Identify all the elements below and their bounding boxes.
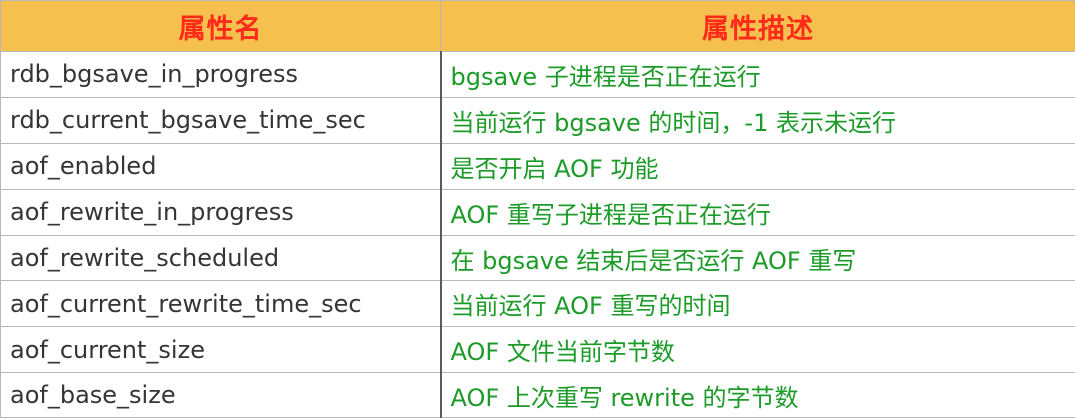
table-header-row: 属性名 属性描述 [1, 1, 1075, 52]
table-row: aof_enabled 是否开启 AOF 功能 [1, 143, 1075, 189]
attribute-description-cell: AOF 上次重写 rewrite 的字节数 [441, 373, 1075, 418]
attribute-description-cell: AOF 文件当前字节数 [441, 327, 1075, 373]
attribute-name-cell: aof_rewrite_scheduled [1, 235, 441, 281]
attribute-description-cell: AOF 重写子进程是否正在运行 [441, 189, 1075, 235]
attribute-name-cell: aof_enabled [1, 143, 441, 189]
table-row: rdb_bgsave_in_progress bgsave 子进程是否正在运行 [1, 52, 1075, 98]
attribute-table: 属性名 属性描述 rdb_bgsave_in_progress bgsave 子… [0, 0, 1075, 418]
attribute-description-cell: 在 bgsave 结束后是否运行 AOF 重写 [441, 235, 1075, 281]
header-attribute-description: 属性描述 [441, 1, 1075, 52]
attribute-table-container: 属性名 属性描述 rdb_bgsave_in_progress bgsave 子… [0, 0, 1075, 415]
attribute-description-cell: 当前运行 AOF 重写的时间 [441, 281, 1075, 327]
attribute-description-cell: 当前运行 bgsave 的时间，-1 表示未运行 [441, 97, 1075, 143]
table-row: aof_base_size AOF 上次重写 rewrite 的字节数 [1, 373, 1075, 418]
table-row: rdb_current_bgsave_time_sec 当前运行 bgsave … [1, 97, 1075, 143]
attribute-name-cell: aof_current_size [1, 327, 441, 373]
attribute-name-cell: aof_current_rewrite_time_sec [1, 281, 441, 327]
table-row: aof_current_rewrite_time_sec 当前运行 AOF 重写… [1, 281, 1075, 327]
attribute-name-cell: rdb_bgsave_in_progress [1, 52, 441, 98]
header-attribute-name: 属性名 [1, 1, 441, 52]
table-row: aof_rewrite_in_progress AOF 重写子进程是否正在运行 [1, 189, 1075, 235]
attribute-name-cell: rdb_current_bgsave_time_sec [1, 97, 441, 143]
attribute-description-cell: 是否开启 AOF 功能 [441, 143, 1075, 189]
table-row: aof_current_size AOF 文件当前字节数 [1, 327, 1075, 373]
attribute-description-cell: bgsave 子进程是否正在运行 [441, 52, 1075, 98]
attribute-name-cell: aof_rewrite_in_progress [1, 189, 441, 235]
table-row: aof_rewrite_scheduled 在 bgsave 结束后是否运行 A… [1, 235, 1075, 281]
attribute-name-cell: aof_base_size [1, 373, 441, 418]
